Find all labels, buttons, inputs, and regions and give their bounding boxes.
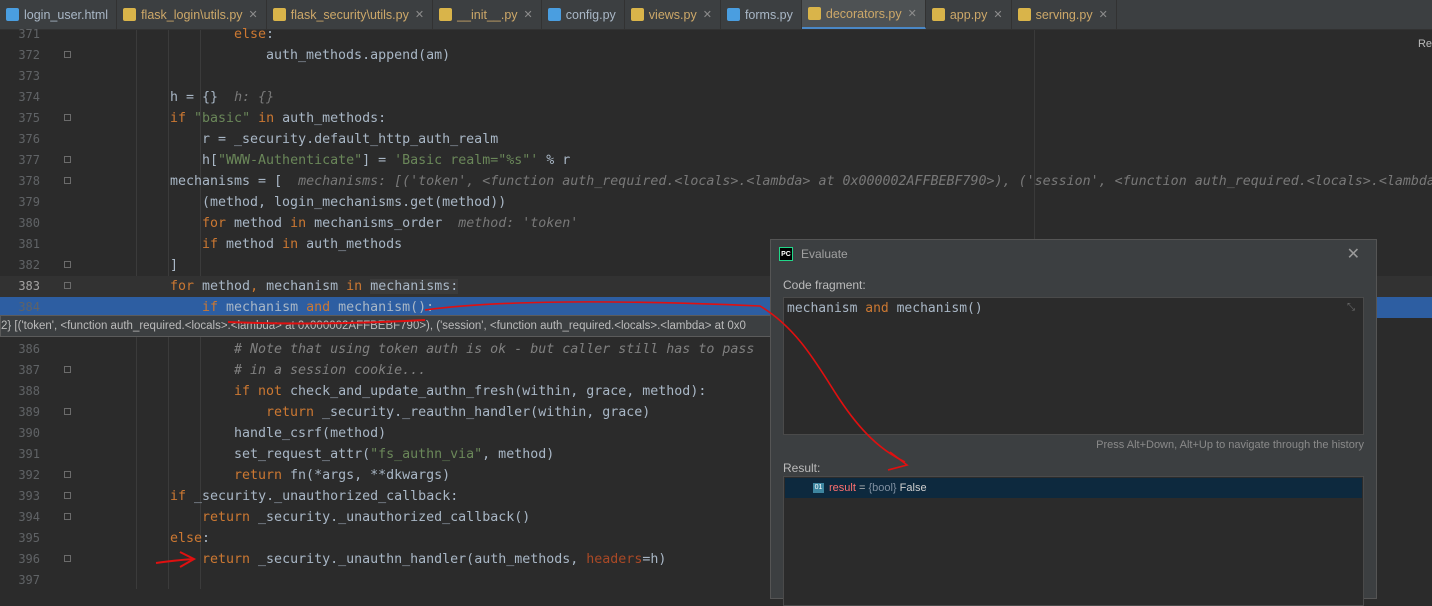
tab-label: login_user.html bbox=[24, 7, 109, 22]
tab-label: forms.py bbox=[744, 7, 793, 22]
close-tab-icon[interactable]: ✕ bbox=[703, 8, 712, 21]
line-number: 376 bbox=[18, 132, 40, 146]
fold-marker[interactable] bbox=[64, 492, 71, 499]
close-tab-icon[interactable]: ✕ bbox=[908, 7, 917, 20]
line-number: 386 bbox=[18, 342, 40, 356]
close-tab-icon[interactable]: ✕ bbox=[524, 8, 533, 21]
line-number: 395 bbox=[18, 531, 40, 545]
line-number: 397 bbox=[18, 573, 40, 587]
result-row[interactable]: 01 result = {bool} False bbox=[785, 478, 1362, 498]
close-icon[interactable]: ✕ bbox=[1347, 244, 1360, 264]
line-number: 389 bbox=[18, 405, 40, 419]
code-fragment-input[interactable]: mechanism and mechanism() ⤡ bbox=[783, 297, 1364, 435]
dialog-title: Evaluate bbox=[801, 247, 848, 261]
tab-label: app.py bbox=[949, 7, 988, 22]
line-number: 378 bbox=[18, 174, 40, 188]
tab-label: flask_security\utils.py bbox=[290, 7, 409, 22]
line-number: 388 bbox=[18, 384, 40, 398]
code-line[interactable]: 376 r = _security.default_http_auth_realm bbox=[0, 129, 1432, 150]
file-type-icon bbox=[439, 8, 453, 21]
line-number: 377 bbox=[18, 153, 40, 167]
file-type-icon bbox=[630, 8, 644, 21]
code-line[interactable]: 375 if "basic" in auth_methods: bbox=[0, 108, 1432, 129]
line-number: 383 bbox=[18, 279, 40, 293]
line-number: 373 bbox=[18, 69, 40, 83]
result-tree[interactable]: 01 result = {bool} False bbox=[783, 476, 1364, 606]
line-number: 382 bbox=[18, 258, 40, 272]
inline-debug-value: h: {} bbox=[234, 90, 275, 105]
fold-marker[interactable] bbox=[64, 51, 71, 58]
dialog-header[interactable]: PC Evaluate ✕ bbox=[771, 240, 1376, 268]
line-number: 394 bbox=[18, 510, 40, 524]
code-line[interactable]: 373 bbox=[0, 66, 1432, 87]
inline-debug-value: method: 'token' bbox=[458, 216, 579, 231]
tab-label: views.py bbox=[648, 7, 697, 22]
code-line[interactable]: 377 h["WWW-Authenticate"] = 'Basic realm=… bbox=[0, 150, 1432, 171]
line-number: 372 bbox=[18, 48, 40, 62]
debug-value-tooltip: 2} [('token', <function auth_required.<l… bbox=[0, 315, 780, 337]
file-type-icon bbox=[931, 8, 945, 21]
line-number: 381 bbox=[18, 237, 40, 251]
line-number: 392 bbox=[18, 468, 40, 482]
close-tab-icon[interactable]: ✕ bbox=[415, 8, 424, 21]
file-type-icon bbox=[272, 8, 286, 21]
code-line[interactable]: 372 auth_methods.append(am) bbox=[0, 45, 1432, 66]
bool-type-icon: 01 bbox=[813, 483, 824, 493]
code-line[interactable]: 374 h = {} h: {} bbox=[0, 87, 1432, 108]
line-number: 391 bbox=[18, 447, 40, 461]
file-type-icon bbox=[123, 8, 137, 21]
tab-label: serving.py bbox=[1035, 7, 1093, 22]
fold-marker[interactable] bbox=[64, 513, 71, 520]
fold-marker[interactable] bbox=[64, 114, 71, 121]
tab-label: flask_login\utils.py bbox=[141, 7, 243, 22]
file-type-icon bbox=[1017, 8, 1031, 21]
tab-label: __init__.py bbox=[457, 7, 518, 22]
file-type-icon bbox=[547, 8, 561, 21]
fold-marker[interactable] bbox=[64, 408, 71, 415]
inline-debug-value: mechanisms: [('token', <function auth_re… bbox=[298, 174, 1432, 189]
fold-marker[interactable] bbox=[64, 366, 71, 373]
code-line[interactable]: 379 (method, login_mechanisms.get(method)… bbox=[0, 192, 1432, 213]
expand-icon[interactable]: ⤡ bbox=[1347, 302, 1355, 313]
close-tab-icon[interactable]: ✕ bbox=[1099, 8, 1108, 21]
file-type-icon bbox=[726, 8, 740, 21]
line-number: 375 bbox=[18, 111, 40, 125]
fold-marker[interactable] bbox=[64, 471, 71, 478]
line-number: 379 bbox=[18, 195, 40, 209]
result-label: Result: bbox=[783, 461, 821, 475]
file-type-icon bbox=[807, 7, 821, 20]
code-fragment-label: Code fragment: bbox=[783, 278, 866, 292]
fold-marker[interactable] bbox=[64, 261, 71, 268]
pycharm-icon: PC bbox=[779, 247, 793, 261]
evaluate-dialog: PC Evaluate ✕ Code fragment: mechanism a… bbox=[770, 239, 1377, 606]
close-tab-icon[interactable]: ✕ bbox=[993, 8, 1002, 21]
line-number: 380 bbox=[18, 216, 40, 230]
line-number: 390 bbox=[18, 426, 40, 440]
line-number: 396 bbox=[18, 552, 40, 566]
fold-marker[interactable] bbox=[64, 282, 71, 289]
history-hint: Press Alt+Down, Alt+Up to navigate throu… bbox=[1096, 439, 1364, 451]
fold-marker[interactable] bbox=[64, 156, 71, 163]
line-number: 393 bbox=[18, 489, 40, 503]
line-number: 371 bbox=[18, 27, 40, 41]
code-line[interactable]: 380 for method in mechanisms_order method… bbox=[0, 213, 1432, 234]
line-number: 374 bbox=[18, 90, 40, 104]
tab-label: config.py bbox=[565, 7, 616, 22]
code-line[interactable]: 378 mechanisms = [ mechanisms: [('token',… bbox=[0, 171, 1432, 192]
close-tab-icon[interactable]: ✕ bbox=[249, 8, 258, 21]
file-type-icon bbox=[6, 8, 19, 21]
fold-marker[interactable] bbox=[64, 177, 71, 184]
code-line[interactable]: 371 else: bbox=[0, 24, 1432, 45]
tab-label: decorators.py bbox=[825, 6, 902, 21]
fold-marker[interactable] bbox=[64, 555, 71, 562]
line-number: 387 bbox=[18, 363, 40, 377]
